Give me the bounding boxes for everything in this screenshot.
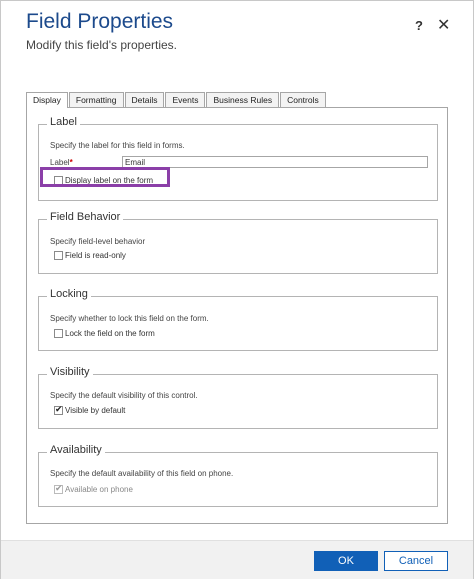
visibility-group: Visibility Specify the default visibilit… (38, 366, 438, 429)
visibility-legend: Visibility (47, 366, 93, 378)
dialog-footer: OK Cancel (1, 540, 473, 579)
tab-panel-display: Label Specify the label for this field i… (26, 107, 448, 524)
label-field-label-text: Label (50, 158, 70, 167)
read-only-checkbox[interactable] (54, 251, 63, 260)
cancel-button[interactable]: Cancel (384, 551, 448, 571)
visible-by-default-checkbox-label: Visible by default (65, 406, 126, 415)
label-group-description: Specify the label for this field in form… (50, 141, 185, 150)
close-icon[interactable]: ✕ (437, 15, 450, 35)
availability-group: Availability Specify the default availab… (38, 444, 438, 507)
label-group-legend: Label (47, 116, 80, 128)
locking-legend: Locking (47, 288, 91, 300)
lock-field-checkbox[interactable] (54, 329, 63, 338)
lock-field-checkbox-label: Lock the field on the form (65, 329, 155, 338)
tab-events[interactable]: Events (165, 92, 206, 107)
visible-by-default-row: Visible by default (54, 404, 126, 415)
highlight-box (40, 167, 170, 187)
locking-description: Specify whether to lock this field on th… (50, 314, 209, 323)
label-field-label: Label* (50, 158, 73, 167)
availability-description: Specify the default availability of this… (50, 469, 234, 478)
lock-field-row: Lock the field on the form (54, 329, 155, 338)
field-properties-dialog: Field Properties Modify this field's pro… (0, 0, 474, 579)
dialog-subtitle: Modify this field's properties. (26, 38, 178, 52)
read-only-row: Field is read-only (54, 251, 126, 260)
available-on-phone-checkbox (54, 483, 63, 494)
visible-by-default-checkbox[interactable] (54, 404, 63, 415)
locking-group: Locking Specify whether to lock this fie… (38, 288, 438, 351)
availability-legend: Availability (47, 444, 105, 456)
field-behavior-group: Field Behavior Specify field-level behav… (38, 211, 438, 274)
required-marker: * (69, 158, 73, 167)
tab-strip: Display Formatting Details Events Busine… (26, 92, 327, 108)
tab-business-rules[interactable]: Business Rules (206, 92, 280, 107)
read-only-checkbox-label: Field is read-only (65, 251, 126, 260)
ok-button[interactable]: OK (314, 551, 378, 571)
field-behavior-description: Specify field-level behavior (50, 237, 146, 246)
visibility-description: Specify the default visibility of this c… (50, 391, 198, 400)
dialog-title: Field Properties (26, 10, 174, 33)
tab-controls[interactable]: Controls (280, 92, 326, 107)
label-group: Label Specify the label for this field i… (38, 116, 438, 201)
available-on-phone-row: Available on phone (54, 483, 133, 494)
field-behavior-legend: Field Behavior (47, 211, 124, 223)
available-on-phone-checkbox-label: Available on phone (65, 485, 133, 494)
tab-display[interactable]: Display (26, 92, 68, 108)
help-icon[interactable]: ? (415, 18, 423, 33)
tab-details[interactable]: Details (124, 92, 165, 107)
tab-formatting[interactable]: Formatting (68, 92, 124, 107)
